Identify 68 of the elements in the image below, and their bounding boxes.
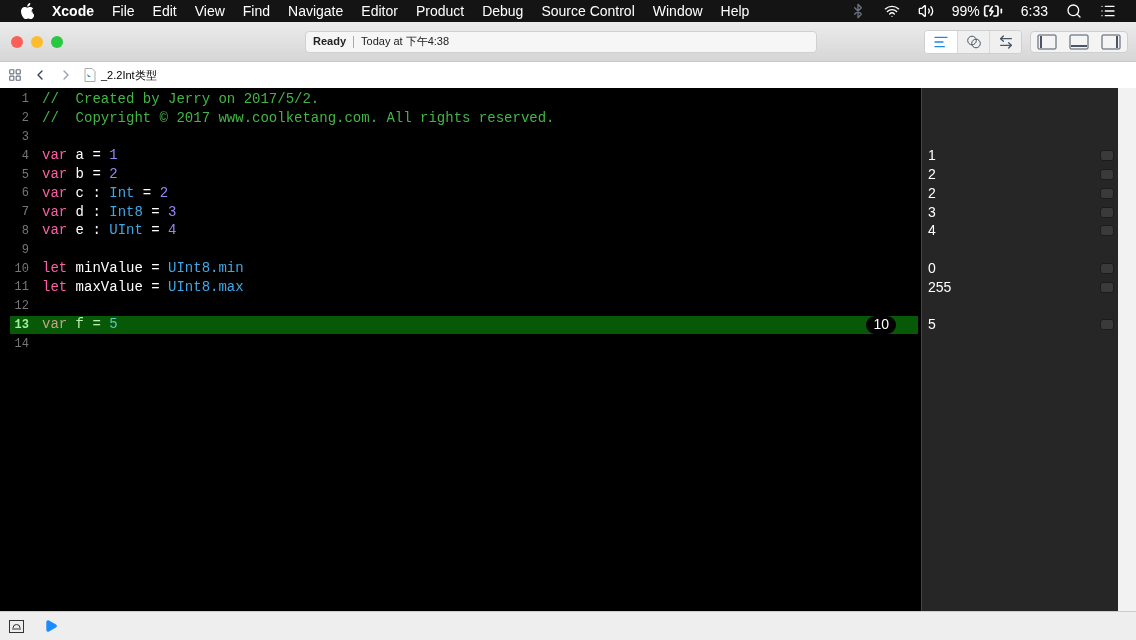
line-number: 2 bbox=[20, 110, 29, 128]
line-number: 8 bbox=[20, 222, 29, 240]
grid-icon[interactable] bbox=[8, 68, 22, 82]
build-status: Ready bbox=[313, 34, 347, 50]
editor-mode-button[interactable] bbox=[925, 30, 957, 53]
volume-icon[interactable] bbox=[917, 3, 934, 19]
panel-bottom-icon[interactable] bbox=[1069, 33, 1089, 50]
menu-clock[interactable]: 6:33 bbox=[1020, 0, 1048, 22]
menu-item[interactable]: Help bbox=[720, 0, 750, 22]
line-number: 1 bbox=[20, 91, 29, 109]
code-text: var b = 2 bbox=[42, 165, 118, 185]
line-number: 6 bbox=[20, 185, 29, 203]
result-value: 5 bbox=[928, 315, 936, 335]
line-number: 9 bbox=[20, 241, 29, 259]
code-text: var d : Int8 = 3 bbox=[42, 202, 177, 222]
value-bubble: 10 bbox=[866, 315, 896, 334]
code-text: let maxValue = UInt8.max bbox=[42, 277, 244, 297]
menu-item[interactable]: Find bbox=[242, 0, 271, 22]
list-icon[interactable] bbox=[1100, 3, 1116, 19]
arrows-icon bbox=[997, 33, 1014, 50]
result-value: 4 bbox=[928, 221, 936, 241]
code-text: var c : Int = 2 bbox=[42, 183, 169, 203]
code-text: var e : UInt = 4 bbox=[42, 221, 177, 241]
code-text: // Copyright © 2017 www.coolketang.com. All rights reserved. bbox=[42, 108, 555, 128]
line-number: 11 bbox=[13, 279, 29, 297]
line-number: 4 bbox=[20, 147, 29, 165]
menu-item[interactable]: Edit bbox=[152, 0, 177, 22]
result-value: 1 bbox=[928, 146, 936, 166]
app-menu[interactable]: Xcode bbox=[52, 0, 94, 22]
menu-item[interactable]: Source Control bbox=[541, 0, 635, 22]
line-number: 7 bbox=[20, 204, 29, 222]
code-text: var f = 5 bbox=[42, 315, 118, 335]
result-value: 255 bbox=[928, 277, 952, 297]
search-icon[interactable] bbox=[1066, 3, 1082, 19]
line-number: 13 bbox=[13, 316, 29, 334]
debug-area-toggle-icon[interactable] bbox=[9, 619, 24, 633]
result-value: 2 bbox=[928, 165, 936, 185]
editor-mode-button[interactable] bbox=[989, 30, 1021, 53]
rings-icon bbox=[965, 33, 982, 50]
menu-item[interactable]: View bbox=[194, 0, 225, 22]
code-text: var a = 1 bbox=[42, 146, 118, 166]
line-number: 14 bbox=[13, 335, 29, 353]
code-text: let minValue = UInt8.min bbox=[42, 259, 244, 279]
menu-item[interactable]: Debug bbox=[482, 0, 524, 22]
panel-left-icon[interactable] bbox=[1037, 33, 1057, 50]
file-breadcrumb[interactable]: _2.2Int类型 bbox=[101, 66, 157, 84]
line-number: 5 bbox=[20, 166, 29, 184]
line-number: 10 bbox=[13, 260, 29, 278]
result-value: 3 bbox=[928, 202, 936, 222]
menu-item[interactable]: Navigate bbox=[288, 0, 344, 22]
result-value: 0 bbox=[928, 259, 936, 279]
panel-right-icon[interactable] bbox=[1101, 33, 1121, 50]
line-number: 3 bbox=[20, 129, 29, 146]
wifi-icon[interactable] bbox=[883, 3, 900, 19]
editor-mode-button[interactable] bbox=[957, 30, 989, 53]
menu-item[interactable]: Editor bbox=[361, 0, 398, 22]
menu-item[interactable]: File bbox=[112, 0, 135, 22]
close-button[interactable] bbox=[11, 35, 23, 48]
activity-time: Today at 下午4:38 bbox=[361, 34, 450, 50]
line-number: 12 bbox=[13, 298, 29, 316]
menu-item[interactable]: Window bbox=[652, 0, 703, 22]
apple-logo-icon[interactable] bbox=[20, 3, 34, 19]
menu-item[interactable]: Product bbox=[415, 0, 465, 22]
code-text: // Created by Jerry on 2017/5/2. bbox=[42, 89, 320, 109]
run-icon[interactable] bbox=[44, 619, 58, 633]
result-value: 2 bbox=[928, 183, 936, 203]
swift-file-icon bbox=[84, 68, 96, 82]
battery-percent: 99% bbox=[951, 1, 980, 21]
